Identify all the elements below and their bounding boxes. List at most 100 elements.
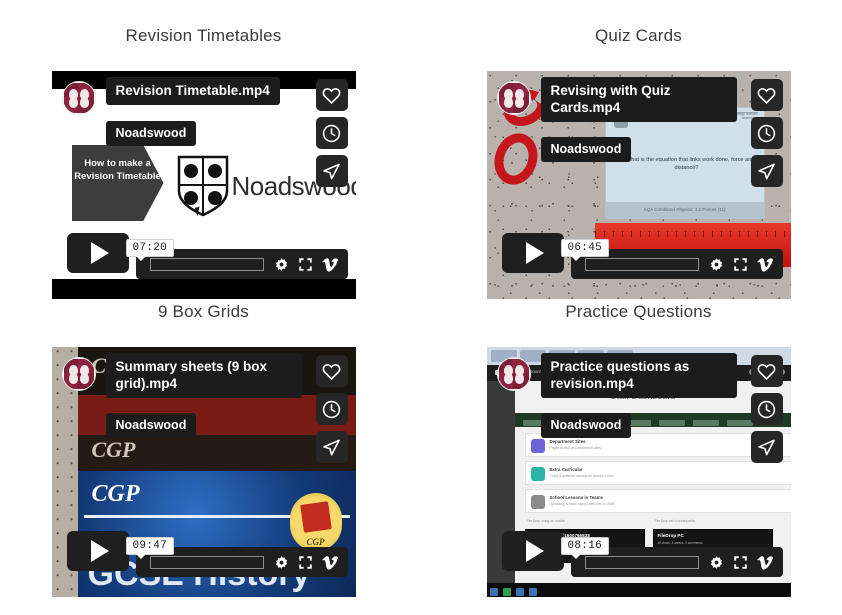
- video-title[interactable]: Revision Timetable.mp4: [105, 77, 280, 105]
- fullscreen-icon[interactable]: [733, 555, 748, 570]
- video-action-buttons: [315, 79, 348, 187]
- book-subtitle: OCR B: Modern World History: [90, 595, 279, 597]
- like-button[interactable]: [315, 355, 348, 387]
- progress-bar[interactable]: [584, 257, 699, 271]
- vimeo-v-icon[interactable]: [756, 555, 773, 570]
- video-channel[interactable]: Noadswood: [540, 413, 632, 438]
- player-control-icons: [274, 555, 348, 570]
- card-icon: [530, 439, 545, 453]
- card-title: Extra Curricular: [549, 467, 583, 472]
- video-player-revision-timetable[interactable]: How to make a Revision Timetable Noadswo…: [51, 71, 356, 299]
- video-channel[interactable]: Noadswood: [105, 121, 197, 146]
- heart-icon: [322, 363, 341, 380]
- dashboard-card: School Lessons in Teams Uploading & vide…: [524, 489, 791, 513]
- share-button[interactable]: [315, 155, 348, 187]
- os-taskbar: [486, 583, 791, 597]
- watch-later-button[interactable]: [750, 393, 783, 425]
- avatar[interactable]: [61, 357, 96, 391]
- fullscreen-icon[interactable]: [298, 257, 313, 272]
- video-channel[interactable]: Noadswood: [105, 413, 197, 438]
- share-icon: [323, 163, 340, 179]
- avatar[interactable]: [496, 81, 531, 115]
- cgp-badge-label: CGP: [306, 537, 325, 547]
- cgp-brand: CGP: [91, 437, 136, 462]
- dashboard-card: Extra Curricular Clubs & activities alre…: [524, 461, 791, 485]
- avatar[interactable]: [61, 81, 96, 115]
- video-action-buttons: [750, 355, 783, 463]
- video-grid: Revision Timetables How to make a Revisi…: [0, 0, 842, 597]
- play-triangle-icon: [525, 540, 544, 562]
- gear-icon[interactable]: [274, 555, 289, 570]
- video-duration: 07:20: [125, 239, 175, 261]
- heart-icon: [322, 87, 341, 104]
- fullscreen-icon[interactable]: [298, 555, 313, 570]
- cgp-badge-icon: CGP: [289, 493, 342, 551]
- play-triangle-icon: [90, 540, 109, 562]
- play-button[interactable]: [501, 233, 564, 273]
- card-subtitle: Clubs & activities already all revision …: [549, 474, 614, 478]
- progress-bar[interactable]: [584, 555, 699, 569]
- video-gallery-page: Revision Timetables How to make a Revisi…: [0, 0, 842, 615]
- clock-icon: [322, 400, 341, 418]
- section-heading-9-box-grids: 9 Box Grids: [157, 302, 249, 321]
- play-button[interactable]: [66, 531, 129, 571]
- vimeo-v-icon[interactable]: [321, 257, 338, 272]
- video-action-buttons: [315, 355, 348, 463]
- fullscreen-icon[interactable]: [733, 257, 748, 272]
- cgp-brand: CGP: [91, 481, 140, 507]
- video-cell-revision-timetables: Revision Timetables How to make a Revisi…: [51, 23, 356, 299]
- video-player-9-box-grids[interactable]: CGP CGP CGP GCSE History OCR B: Modern W…: [51, 347, 356, 597]
- gear-icon[interactable]: [709, 555, 724, 570]
- clock-icon: [322, 124, 341, 142]
- share-icon: [758, 439, 775, 455]
- card-subtitle: Uploading & video using OneDrive or O365: [549, 502, 615, 506]
- progress-bar[interactable]: [149, 555, 264, 569]
- section-heading-practice-questions: Practice Questions: [565, 302, 712, 321]
- gear-icon[interactable]: [709, 257, 724, 272]
- video-action-buttons: [750, 79, 783, 187]
- like-button[interactable]: [750, 355, 783, 387]
- vimeo-v-icon[interactable]: [756, 257, 773, 272]
- share-button[interactable]: [315, 431, 348, 463]
- watch-later-button[interactable]: [315, 393, 348, 425]
- clock-icon: [757, 400, 776, 418]
- like-button[interactable]: [750, 79, 783, 111]
- share-button[interactable]: [750, 431, 783, 463]
- clip-title: FileDrop PC: [657, 533, 684, 538]
- video-player-quiz-cards[interactable]: © www.gcsesciencerevision.co.uk Work and…: [486, 71, 791, 299]
- share-button[interactable]: [750, 155, 783, 187]
- video-cell-practice-questions: Practice Questions Staff Dashboard Staff…: [486, 299, 791, 597]
- quiz-card-question: Q. What is the equation that links work …: [618, 157, 755, 171]
- gear-icon[interactable]: [274, 257, 289, 272]
- like-button[interactable]: [315, 79, 348, 111]
- watch-later-button[interactable]: [750, 117, 783, 149]
- heart-icon: [757, 363, 776, 380]
- card-subtitle: Pages to visit on Department sites: [549, 446, 601, 450]
- section-heading-quiz-cards: Quiz Cards: [594, 26, 683, 45]
- video-duration: 06:45: [560, 239, 610, 261]
- avatar[interactable]: [496, 357, 531, 391]
- video-player-practice-questions[interactable]: Staff Dashboard Staff Dashboard Departme…: [486, 347, 791, 597]
- video-title[interactable]: Practice questions as revision.mp4: [540, 353, 737, 398]
- player-footer-bar: [51, 279, 356, 299]
- player-control-icons: [709, 555, 783, 570]
- progress-bar[interactable]: [149, 257, 264, 271]
- video-channel[interactable]: Noadswood: [540, 137, 632, 162]
- thumbnail-arrow-label: How to make a Revision Timetable: [71, 145, 164, 221]
- video-title[interactable]: Summary sheets (9 box grid).mp4: [105, 353, 302, 398]
- watch-later-button[interactable]: [315, 117, 348, 149]
- video-title[interactable]: Revising with Quiz Cards.mp4: [540, 77, 737, 122]
- video-duration: 09:47: [125, 537, 175, 559]
- book-spine: CGP: [77, 435, 356, 471]
- card-icon: [530, 495, 545, 509]
- section-heading-revision-timetables: Revision Timetables: [125, 26, 282, 45]
- vimeo-v-icon[interactable]: [321, 555, 338, 570]
- share-icon: [758, 163, 775, 179]
- card-title: School Lessons in Teams: [549, 495, 604, 500]
- play-button[interactable]: [501, 531, 564, 571]
- clip-meta: 48 views, 4 weeks, 0 comments: [657, 541, 703, 545]
- quiz-card: © www.gcsesciencerevision.co.uk Work and…: [604, 107, 765, 219]
- play-button[interactable]: [66, 233, 129, 273]
- video-cell-quiz-cards: Quiz Cards © www.gcsesciencerevision.co.…: [486, 23, 791, 299]
- clock-icon: [757, 124, 776, 142]
